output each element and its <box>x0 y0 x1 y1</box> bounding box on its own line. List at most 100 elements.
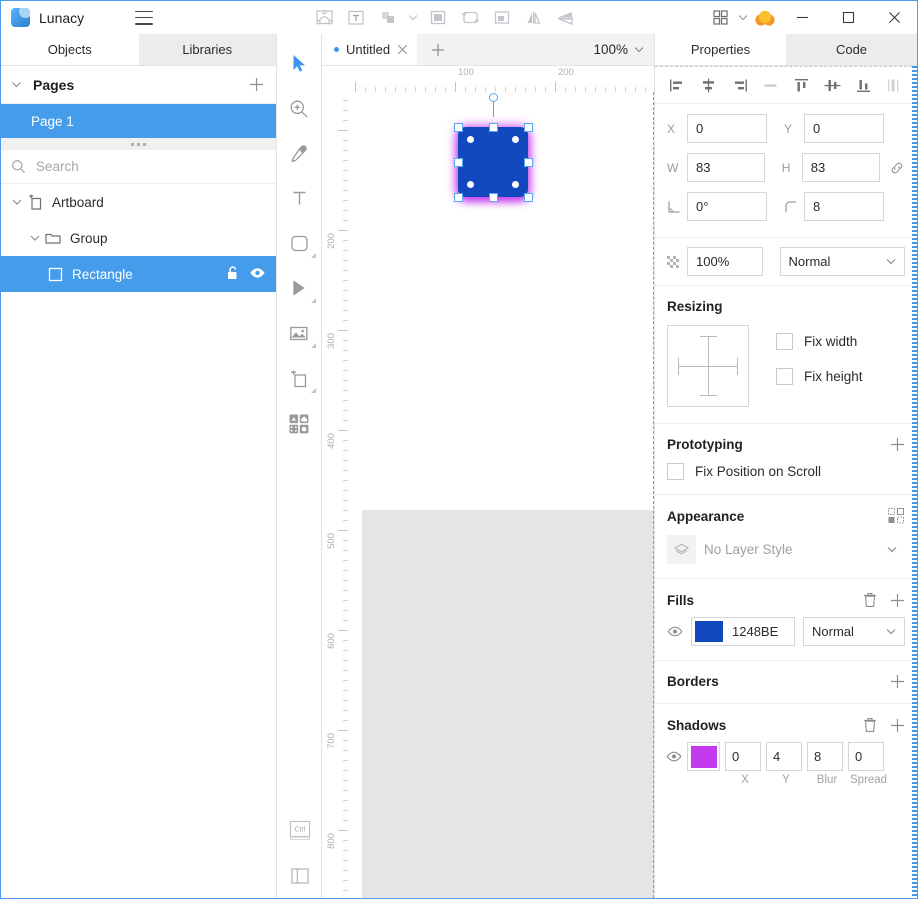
hamburger-menu-icon[interactable] <box>135 10 153 25</box>
selected-shape-group[interactable] <box>448 93 538 207</box>
align-right-icon[interactable] <box>725 70 754 100</box>
chevron-down-icon[interactable] <box>735 3 751 33</box>
vector-path-icon[interactable] <box>309 3 339 33</box>
layer-style-select[interactable]: No Layer Style <box>696 535 905 564</box>
chevron-down-icon[interactable] <box>11 81 25 88</box>
panel-resize-handle[interactable] <box>1 138 276 150</box>
shadow-spread-input[interactable]: 0 <box>848 742 884 771</box>
align-top-icon[interactable] <box>787 70 816 100</box>
align-left-icon[interactable] <box>663 70 692 100</box>
delete-fill-button[interactable] <box>863 592 877 608</box>
shadow-x-input[interactable]: 0 <box>725 742 761 771</box>
search-input[interactable] <box>36 159 266 174</box>
corner-radius-dot[interactable] <box>467 181 474 188</box>
resize-handle-w[interactable] <box>453 157 463 167</box>
eye-icon[interactable] <box>666 751 682 762</box>
add-border-button[interactable] <box>890 674 905 689</box>
layer-row-group[interactable]: Group <box>1 220 276 256</box>
zoom-tool[interactable] <box>280 86 318 131</box>
export-slices-icon[interactable] <box>888 508 905 524</box>
fix-height-row[interactable]: Fix height <box>776 368 863 385</box>
corner-radius-input[interactable]: 8 <box>804 192 884 221</box>
chevron-down-icon[interactable] <box>27 235 43 241</box>
shadow-y-input[interactable]: 4 <box>766 742 802 771</box>
resize-handle-se[interactable] <box>523 192 533 202</box>
layer-row-artboard[interactable]: Artboard <box>1 184 276 220</box>
blend-mode-select[interactable]: Normal <box>779 247 905 276</box>
maximize-button[interactable] <box>825 1 871 34</box>
vertical-ruler[interactable]: 200 300 400 500 600 700 800 <box>322 92 348 898</box>
opacity-input[interactable]: 100% <box>687 247 764 276</box>
shadow-color-field[interactable] <box>687 742 720 771</box>
rotation-handle[interactable] <box>488 93 498 102</box>
tab-properties[interactable]: Properties <box>655 34 786 66</box>
fix-height-checkbox[interactable] <box>776 368 793 385</box>
eyedropper-tool[interactable] <box>280 131 318 176</box>
fill-color-swatch[interactable] <box>695 621 723 642</box>
fix-position-row[interactable]: Fix Position on Scroll <box>655 461 917 494</box>
resize-handle-e[interactable] <box>523 157 533 167</box>
design-canvas[interactable] <box>348 92 654 898</box>
fill-blend-mode-select[interactable]: Normal <box>803 617 905 646</box>
artboard-tool[interactable] <box>280 356 318 401</box>
rotate-copies-icon[interactable] <box>455 3 485 33</box>
boolean-dropdown-icon[interactable] <box>405 3 421 33</box>
fix-width-row[interactable]: Fix width <box>776 333 863 350</box>
add-page-button[interactable] <box>249 77 264 92</box>
delete-shadow-button[interactable] <box>863 717 877 733</box>
pen-tool[interactable] <box>280 266 318 311</box>
new-document-tab-button[interactable] <box>417 34 460 65</box>
flatten-icon[interactable] <box>487 3 517 33</box>
constraint-center-v[interactable] <box>708 354 709 380</box>
shadow-blur-input[interactable]: 8 <box>807 742 843 771</box>
document-tab-untitled[interactable]: Untitled <box>322 34 418 65</box>
text-tool[interactable] <box>280 176 318 221</box>
chevron-down-icon[interactable] <box>9 199 25 205</box>
shadow-color-swatch[interactable] <box>690 745 717 768</box>
resize-handle-sw[interactable] <box>453 192 463 202</box>
rotation-input[interactable]: 0° <box>687 192 767 221</box>
minimize-button[interactable] <box>779 1 825 34</box>
y-input[interactable]: 0 <box>804 114 884 143</box>
resize-handle-s[interactable] <box>488 192 498 202</box>
align-bottom-icon[interactable] <box>849 70 878 100</box>
align-middle-vertical-icon[interactable] <box>818 70 847 100</box>
corner-radius-dot[interactable] <box>467 136 474 143</box>
add-prototype-link-button[interactable] <box>890 437 905 452</box>
select-tool[interactable] <box>280 41 318 86</box>
resizing-constraints-pad[interactable] <box>667 325 749 407</box>
unlock-icon[interactable] <box>226 265 239 284</box>
ctrl-shortcuts-button[interactable]: Ctrl <box>281 808 319 853</box>
height-input[interactable]: 83 <box>801 153 880 182</box>
layer-row-rectangle[interactable]: Rectangle <box>1 256 276 292</box>
fill-color-field[interactable]: 1248BE <box>691 617 795 646</box>
link-proportions-icon[interactable] <box>889 160 905 176</box>
eye-icon[interactable] <box>667 626 683 637</box>
flip-horizontal-icon[interactable] <box>519 3 549 33</box>
resize-handle-n[interactable] <box>488 122 498 132</box>
close-icon[interactable] <box>397 44 408 55</box>
distribute-horizontal-icon[interactable] <box>756 70 785 100</box>
mask-icon[interactable] <box>423 3 453 33</box>
corner-radius-dot[interactable] <box>512 136 519 143</box>
zoom-level-selector[interactable]: 100% <box>585 34 654 65</box>
distribute-vertical-icon[interactable] <box>880 70 909 100</box>
shape-tool[interactable] <box>280 221 318 266</box>
corner-radius-dot[interactable] <box>512 181 519 188</box>
eye-icon[interactable] <box>249 267 266 282</box>
add-shadow-button[interactable] <box>890 718 905 733</box>
align-center-horizontal-icon[interactable] <box>694 70 723 100</box>
fix-position-checkbox[interactable] <box>667 463 684 480</box>
tab-objects[interactable]: Objects <box>1 34 139 66</box>
tab-code[interactable]: Code <box>786 34 917 66</box>
tab-libraries[interactable]: Libraries <box>138 34 276 66</box>
horizontal-ruler[interactable]: 100200300400500600 <box>322 66 654 92</box>
properties-scrollbar[interactable] <box>912 66 917 898</box>
image-tool[interactable] <box>280 311 318 356</box>
resize-handle-ne[interactable] <box>523 122 533 132</box>
boolean-union-icon[interactable] <box>373 3 403 33</box>
width-input[interactable]: 83 <box>687 153 766 182</box>
grid-view-icon[interactable] <box>705 3 735 33</box>
add-fill-button[interactable] <box>890 593 905 608</box>
flip-vertical-icon[interactable] <box>551 3 581 33</box>
